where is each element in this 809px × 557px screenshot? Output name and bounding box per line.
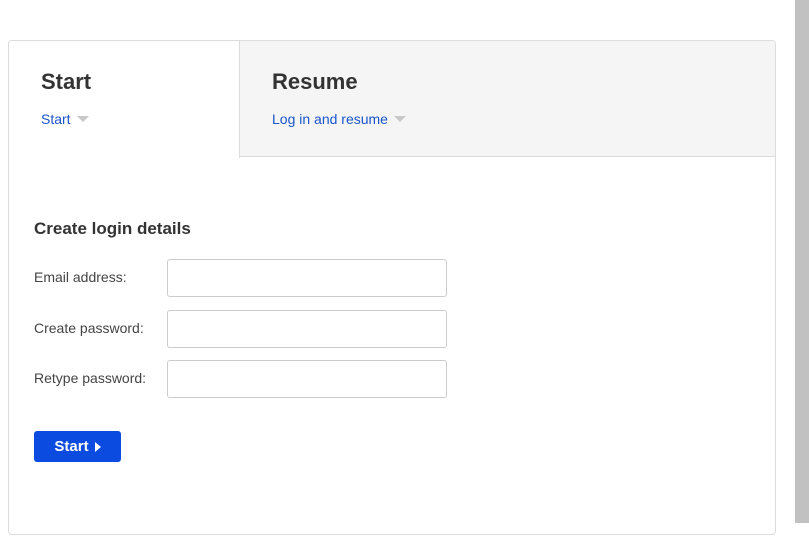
email-field[interactable] <box>167 259 447 297</box>
page: Start Start Resume Log in and resume Cre… <box>0 0 809 557</box>
play-icon <box>94 441 101 452</box>
tab-resume-title: Resume <box>272 69 358 94</box>
tab-resume[interactable]: Resume Log in and resume <box>240 41 775 157</box>
tab-start-link[interactable]: Start <box>41 111 89 127</box>
start-button-label: Start <box>54 438 89 455</box>
tab-bar: Start Start Resume Log in and resume <box>9 41 775 158</box>
create-password-field[interactable] <box>167 310 447 348</box>
tab-start-title: Start <box>41 69 92 94</box>
create-password-label: Create password: <box>34 320 144 336</box>
tab-start-link-label[interactable]: Start <box>41 111 71 127</box>
email-label: Email address: <box>34 269 127 285</box>
caret-down-icon <box>76 116 89 122</box>
tab-resume-link[interactable]: Log in and resume <box>272 111 406 127</box>
retype-password-label: Retype password: <box>34 370 147 386</box>
email-row: Email address: <box>34 259 454 297</box>
retype-password-row: Retype password: <box>34 360 454 398</box>
scrollbar[interactable] <box>795 0 809 523</box>
form-heading: Create login details <box>34 219 191 238</box>
start-button[interactable]: Start <box>34 431 121 462</box>
tab-start[interactable]: Start Start <box>9 41 240 158</box>
tab-resume-link-label[interactable]: Log in and resume <box>272 111 388 127</box>
caret-down-icon <box>393 116 406 122</box>
start-resume-card: Start Start Resume Log in and resume Cre… <box>8 40 776 535</box>
create-password-row: Create password: <box>34 310 454 348</box>
retype-password-field[interactable] <box>167 360 447 398</box>
